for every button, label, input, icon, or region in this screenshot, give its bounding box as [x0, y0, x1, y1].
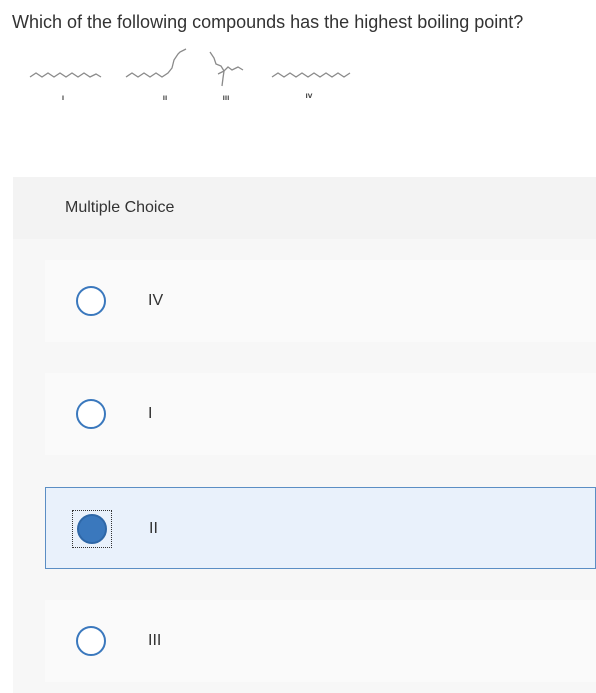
choice-option-iv[interactable]: IV: [45, 260, 596, 342]
structure-iii-label: III: [223, 95, 230, 102]
choice-label: IV: [148, 292, 164, 309]
structure-iv: [271, 72, 351, 78]
choice-label: I: [148, 405, 153, 422]
radio-button-icon[interactable]: [76, 626, 106, 656]
choice-label: II: [149, 520, 158, 537]
radio-button-selected-icon[interactable]: [77, 514, 107, 544]
structure-iii: [209, 51, 244, 87]
radio-button-icon[interactable]: [76, 286, 106, 316]
structure-iv-label: IV: [306, 93, 313, 100]
question-text: Which of the following compounds has the…: [12, 12, 524, 32]
multiple-choice-title: Multiple Choice: [65, 199, 175, 216]
choice-option-i[interactable]: I: [45, 373, 596, 455]
compound-structures: I II III IV: [29, 48, 351, 102]
radio-button-icon[interactable]: [76, 399, 106, 429]
choice-option-iii[interactable]: III: [45, 600, 596, 682]
choice-option-ii[interactable]: II: [45, 487, 596, 569]
structure-ii-label: II: [163, 95, 167, 102]
structure-i-label: I: [62, 95, 64, 102]
multiple-choice-panel: Multiple Choice IV I II III: [13, 177, 596, 693]
structure-i: [29, 72, 102, 78]
structure-ii: [125, 48, 187, 78]
choice-label: III: [148, 632, 162, 649]
choices-container: IV I II III: [13, 239, 596, 693]
